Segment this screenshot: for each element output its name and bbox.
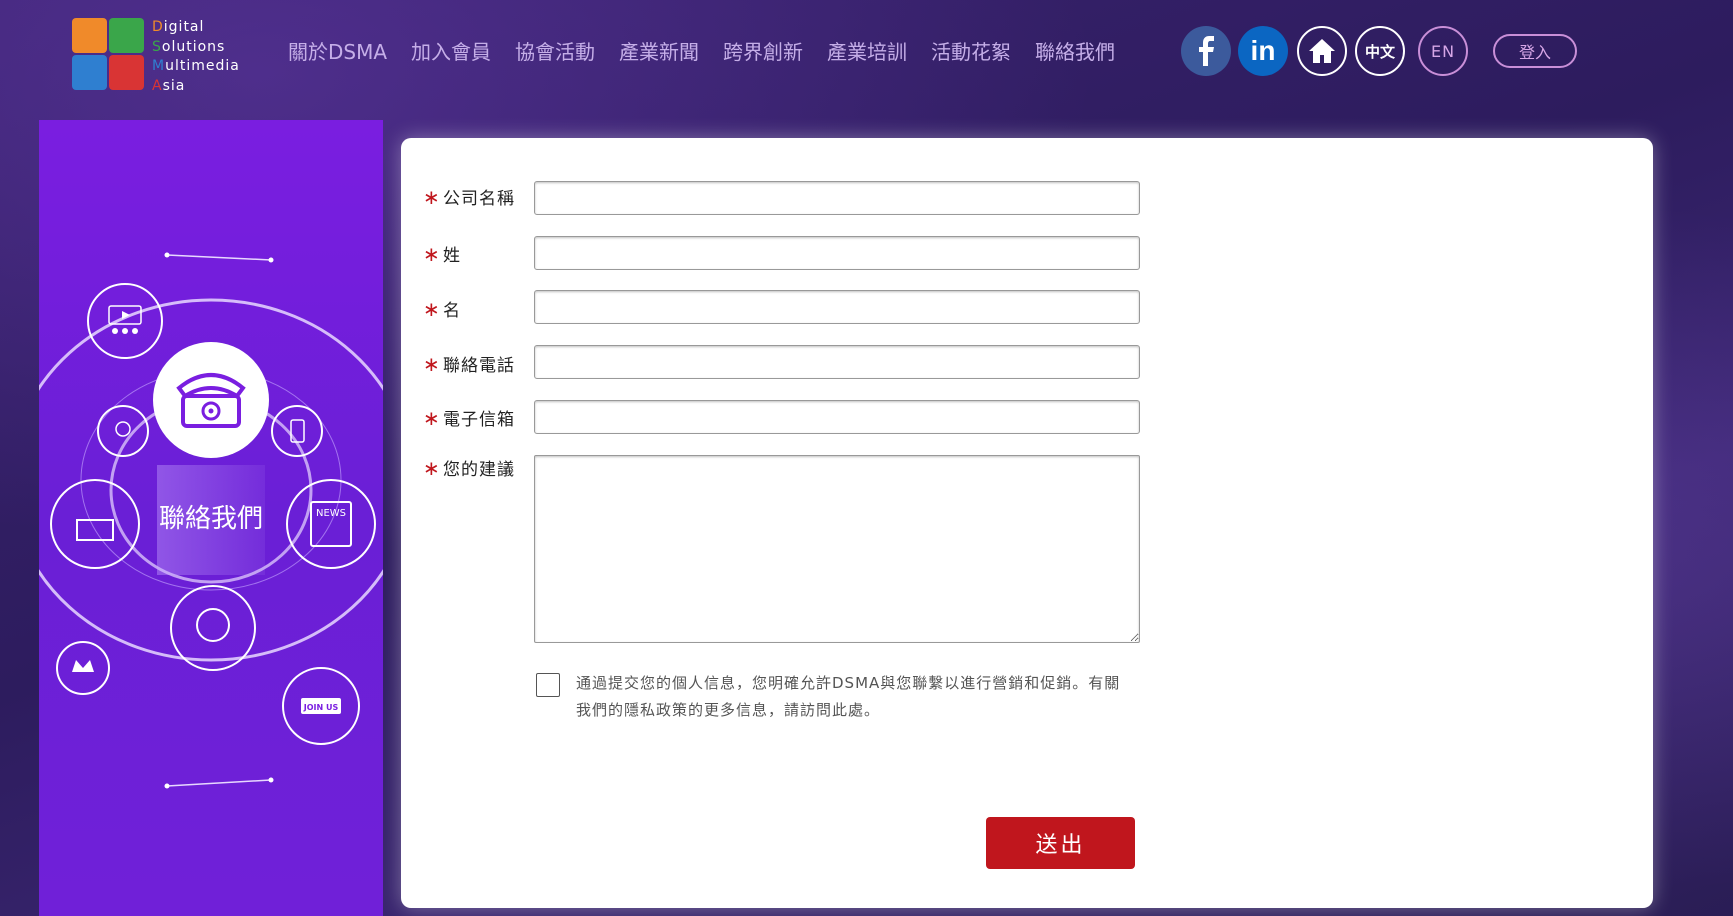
nav-item-contact[interactable]: 聯絡我們 (1035, 36, 1115, 65)
logo-word: ultimedia (165, 58, 240, 74)
logo-tile-blue (72, 55, 107, 90)
nav-item-gallery[interactable]: 活動花絮 (931, 36, 1011, 65)
field-row-email: ∗ 電子信箱 (423, 405, 535, 431)
logo-word: olutions (161, 38, 226, 55)
suggestion-label: 您的建議 (443, 460, 515, 480)
submit-button[interactable]: 送出 (986, 817, 1135, 869)
logo-tile-orange (72, 18, 107, 53)
nav-item-innovation[interactable]: 跨界創新 (723, 36, 803, 65)
required-mark: ∗ (423, 184, 440, 209)
contact-hero-panel: NEWS JOIN US 聯絡我們 (39, 120, 383, 916)
company-name-input[interactable] (534, 181, 1140, 215)
field-row-company: ∗ 公司名稱 (423, 184, 535, 210)
required-mark: ∗ (423, 405, 440, 430)
dsma-logo[interactable]: Digital Solutions Multimedia Asia (72, 18, 272, 98)
contact-illustration: NEWS JOIN US 聯絡我們 (39, 252, 383, 789)
telephone-icon (153, 342, 269, 458)
home-button[interactable] (1297, 26, 1347, 76)
required-mark: ∗ (423, 296, 440, 321)
phone-input[interactable] (534, 345, 1140, 379)
company-label: 公司名稱 (443, 189, 515, 209)
field-row-phone: ∗ 聯絡電話 (423, 351, 535, 377)
firstname-label: 名 (443, 301, 461, 321)
panel-title: 聯絡我們 (159, 504, 263, 534)
facebook-icon (1199, 36, 1214, 66)
first-name-input[interactable] (534, 290, 1140, 324)
consent-text: 通過提交您的個人信息，您明確允許DSMA與您聯繫以進行營銷和促銷。有關我們的隱私… (576, 674, 1121, 719)
lastname-label: 姓 (443, 246, 461, 266)
lang-zh-button[interactable]: 中文 (1355, 26, 1405, 76)
main-nav: 關於DSMA 加入會員 協會活動 產業新聞 跨界創新 產業培訓 活動花絮 聯絡我… (288, 36, 1139, 65)
consent-checkbox[interactable] (536, 673, 560, 697)
logo-word: igital (163, 19, 205, 35)
required-mark: ∗ (423, 241, 440, 266)
site-header: Digital Solutions Multimedia Asia 關於DSMA… (0, 0, 1733, 110)
lang-en-button[interactable]: EN (1418, 26, 1468, 76)
phone-label: 聯絡電話 (443, 356, 515, 376)
linkedin-icon: in (1250, 35, 1276, 66)
email-label: 電子信箱 (443, 410, 515, 430)
field-row-suggestion: ∗ 您的建議 (423, 455, 535, 481)
nav-item-events[interactable]: 協會活動 (515, 36, 595, 65)
linkedin-button[interactable]: in (1238, 26, 1288, 76)
email-input[interactable] (534, 400, 1140, 434)
facebook-button[interactable] (1181, 26, 1231, 76)
logo-tile-green (109, 18, 144, 53)
logo-initial-d: D (152, 19, 164, 35)
logo-word: sia (162, 77, 186, 94)
join-us-glyph-text: JOIN US (303, 703, 339, 712)
field-row-firstname: ∗ 名 (423, 296, 535, 322)
logo-tile-red (109, 55, 144, 90)
logo-initial-s: S (152, 38, 162, 55)
contact-form-card: ∗ 公司名稱 ∗ 姓 ∗ 名 ∗ 聯絡電話 ∗ 電子信箱 ∗ 您的建議 通過提交… (401, 138, 1653, 908)
logo-initial-a: A (152, 77, 163, 94)
logo-wordmark: Digital Solutions Multimedia Asia (152, 18, 240, 96)
nav-item-news[interactable]: 產業新聞 (619, 36, 699, 65)
nav-item-about[interactable]: 關於DSMA (288, 36, 387, 65)
nav-item-join[interactable]: 加入會員 (411, 36, 491, 65)
suggestion-textarea[interactable] (534, 455, 1140, 643)
home-icon (1309, 39, 1335, 63)
required-mark: ∗ (423, 351, 440, 376)
last-name-input[interactable] (534, 236, 1140, 270)
logo-tiles (72, 18, 144, 90)
required-mark: ∗ (423, 455, 440, 480)
nav-item-training[interactable]: 產業培訓 (827, 36, 907, 65)
logo-initial-m: M (152, 58, 166, 74)
login-button[interactable]: 登入 (1493, 34, 1577, 68)
field-row-lastname: ∗ 姓 (423, 241, 535, 267)
news-glyph-text: NEWS (316, 508, 346, 519)
